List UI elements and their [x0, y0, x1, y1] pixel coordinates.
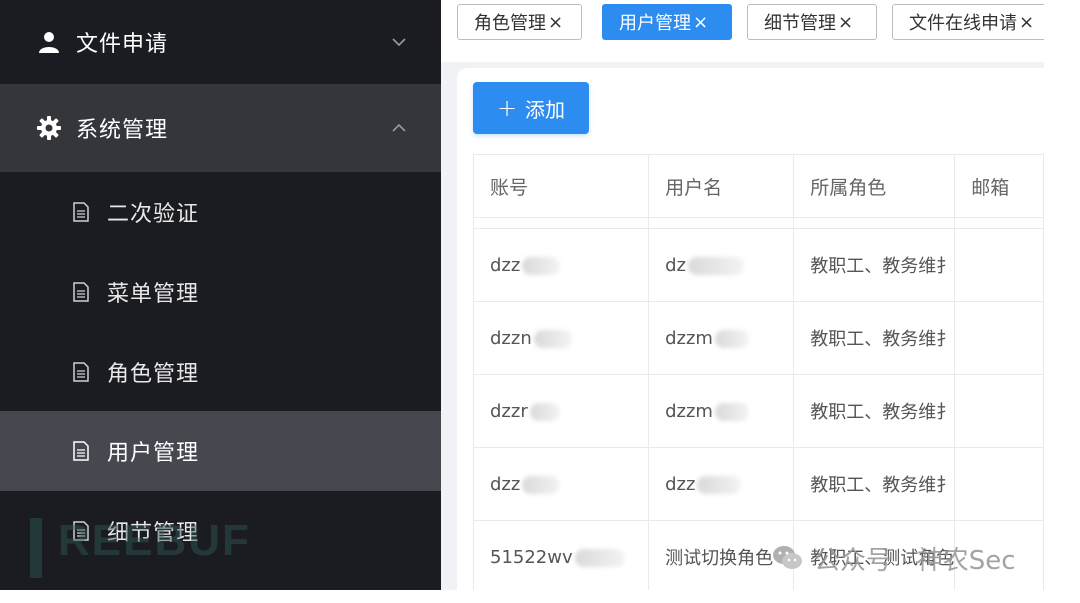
- redaction-blur: [529, 402, 560, 421]
- cell-text: 51522wv: [490, 546, 573, 568]
- user-table: 账号 用户名 所属角色 邮箱 dzz dz 教职工、教务维扌 dzzn dzzm: [472, 154, 1044, 590]
- table-header-row: 账号 用户名 所属角色 邮箱: [472, 154, 1044, 218]
- wechat-watermark: 公众号 · 神农Sec: [770, 538, 1016, 578]
- close-icon[interactable]: ×: [838, 12, 853, 33]
- tab-user-management[interactable]: 用户管理 ×: [602, 4, 732, 40]
- main-panel: + 添加 账号 用户名 所属角色 邮箱 dzz dz 教职工、教务维扌 dzzn…: [441, 62, 1044, 590]
- table-spacer-row: [472, 217, 1044, 229]
- table-cell: [954, 301, 1044, 375]
- cell-text: dzz: [490, 254, 521, 276]
- sidebar-item-role-management[interactable]: 角色管理: [0, 332, 441, 412]
- gear-icon: [36, 115, 62, 141]
- cell-text: dzzm: [665, 400, 713, 422]
- tab-label: 细节管理: [764, 13, 836, 34]
- redaction-blur: [574, 548, 625, 567]
- sidebar-item-two-factor[interactable]: 二次验证: [0, 172, 441, 252]
- table-cell: [954, 374, 1044, 448]
- tab-file-online-request[interactable]: 文件在线申请 ×: [892, 4, 1044, 40]
- table-cell: dzzm: [648, 374, 795, 448]
- table-row[interactable]: dzz dzz 教职工、教务维扌: [472, 447, 1044, 521]
- column-header-email[interactable]: 邮箱: [954, 154, 1044, 218]
- redaction-blur: [697, 475, 742, 494]
- document-icon: [71, 281, 91, 303]
- cell-text: dzzn: [490, 327, 532, 349]
- redaction-blur: [522, 475, 561, 494]
- sidebar: 文件申请 系统管理 二次验证 菜单管理 角色管理 用户管理 细节管理 REEBU…: [0, 0, 441, 590]
- watermark-logo-mark: [30, 518, 42, 578]
- table-cell: 教职工、教务维扌: [793, 374, 956, 448]
- table-cell: dzzr: [472, 374, 650, 448]
- cell-text: dzz: [490, 473, 521, 495]
- table-cell: dzzn: [472, 301, 650, 375]
- sidebar-item-label: 二次验证: [107, 202, 200, 227]
- close-icon[interactable]: ×: [548, 12, 563, 33]
- add-button[interactable]: + 添加: [473, 82, 589, 134]
- plus-icon: +: [496, 94, 518, 122]
- column-header-role[interactable]: 所属角色: [793, 154, 956, 218]
- redaction-blur: [522, 256, 561, 275]
- table-cell: dzzm: [648, 301, 795, 375]
- redaction-blur: [533, 329, 572, 348]
- freebuf-watermark: REEBUF: [58, 516, 251, 565]
- cell-text: dzz: [665, 473, 696, 495]
- sidebar-item-label: 角色管理: [107, 362, 200, 387]
- redaction-blur: [714, 402, 749, 421]
- add-button-label: 添加: [525, 97, 566, 122]
- redaction-blur: [687, 256, 744, 275]
- chevron-down-icon: [388, 31, 410, 53]
- menu-group-system-management[interactable]: 系统管理: [0, 84, 441, 172]
- column-header-username[interactable]: 用户名: [648, 154, 795, 218]
- table-row[interactable]: dzz dz 教职工、教务维扌: [472, 228, 1044, 302]
- document-icon: [71, 361, 91, 383]
- document-icon: [71, 201, 91, 223]
- table-cell: dzz: [472, 447, 650, 521]
- watermark-text: 公众号 · 神农Sec: [814, 545, 1016, 576]
- tab-label: 文件在线申请: [909, 13, 1017, 34]
- column-header-account[interactable]: 账号: [472, 154, 650, 218]
- wechat-icon: [773, 546, 802, 569]
- sidebar-item-menu-management[interactable]: 菜单管理: [0, 252, 441, 332]
- user-icon: [36, 29, 62, 55]
- table-cell: [954, 228, 1044, 302]
- menu-label: 系统管理: [76, 118, 169, 143]
- close-icon[interactable]: ×: [693, 12, 708, 33]
- table-row[interactable]: dzzn dzzm 教职工、教务维扌: [472, 301, 1044, 375]
- table-cell: 教职工、教务维扌: [793, 228, 956, 302]
- content-card: + 添加 账号 用户名 所属角色 邮箱 dzz dz 教职工、教务维扌 dzzn…: [457, 68, 1044, 590]
- table-cell: dzz: [648, 447, 795, 521]
- menu-label: 文件申请: [76, 32, 169, 57]
- table-row[interactable]: dzzr dzzm 教职工、教务维扌: [472, 374, 1044, 448]
- redaction-blur: [714, 329, 749, 348]
- cell-text: dz: [665, 254, 686, 276]
- menu-item-file-request[interactable]: 文件申请: [0, 0, 441, 84]
- close-icon[interactable]: ×: [1019, 12, 1034, 33]
- sidebar-item-user-management[interactable]: 用户管理: [0, 411, 441, 491]
- table-cell: 教职工、教务维扌: [793, 447, 956, 521]
- cell-text: dzzm: [665, 327, 713, 349]
- table-cell: dzz: [472, 228, 650, 302]
- table-cell: 教职工、教务维扌: [793, 301, 956, 375]
- tab-label: 角色管理: [474, 13, 546, 34]
- tab-detail-management[interactable]: 细节管理 ×: [747, 4, 877, 40]
- tab-role-management[interactable]: 角色管理 ×: [457, 4, 582, 40]
- table-cell: dz: [648, 228, 795, 302]
- tab-label: 用户管理: [619, 13, 691, 34]
- table-cell: 51522wv: [472, 520, 650, 590]
- table-cell: [954, 447, 1044, 521]
- tab-bar: 角色管理 × 用户管理 × 细节管理 × 文件在线申请 ×: [441, 0, 1044, 62]
- sidebar-item-label: 菜单管理: [107, 282, 200, 307]
- sidebar-item-label: 用户管理: [107, 441, 200, 466]
- document-icon: [71, 440, 91, 462]
- chevron-up-icon: [388, 117, 410, 139]
- cell-text: dzzr: [490, 400, 528, 422]
